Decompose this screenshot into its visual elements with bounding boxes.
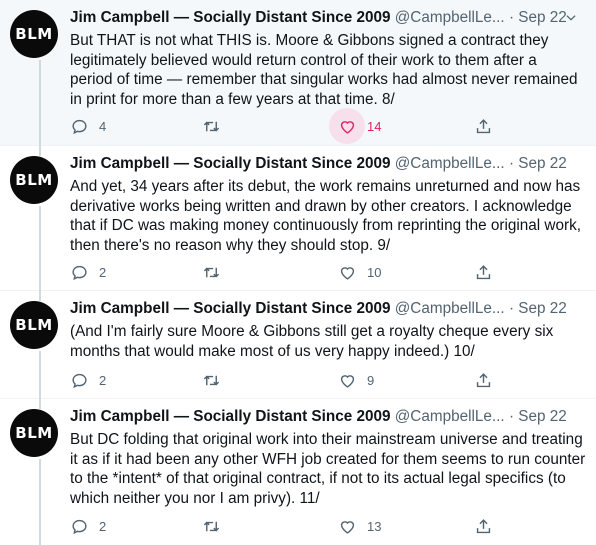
separator: · <box>508 9 515 26</box>
tweet-9[interactable]: BLM Jim Campbell — Socially Distant Sinc… <box>0 146 596 291</box>
tweet-text-line: And yet, 34 years after its debut, the w… <box>70 178 581 195</box>
retweet-button[interactable] <box>202 514 231 538</box>
tweet-text-line: in print for more than a few years at th… <box>70 90 395 108</box>
reply-icon <box>72 119 87 134</box>
tweet-text-line: then there's no reason why they should s… <box>70 236 391 254</box>
thread-connector <box>39 399 41 409</box>
retweet-icon <box>203 267 220 277</box>
tweet-text-line: period of time — remember that singular … <box>70 71 578 88</box>
chevron-down-icon[interactable] <box>564 11 578 25</box>
tweet-text-line: (And I'm fairly sure Moore & Gibbons sti… <box>70 323 554 340</box>
separator: · <box>508 300 515 317</box>
like-count: 13 <box>367 518 382 534</box>
retweet-icon <box>203 121 220 131</box>
retweet-button[interactable] <box>202 260 231 284</box>
like-button[interactable]: 9 <box>338 368 374 392</box>
reply-icon <box>72 373 87 388</box>
reply-count: 2 <box>99 372 107 388</box>
avatar[interactable]: BLM <box>10 156 58 204</box>
heart-icon <box>340 266 355 280</box>
tweet-text: And yet, 34 years after its debut, the w… <box>70 177 586 255</box>
timestamp[interactable]: Sep 22 <box>518 300 566 317</box>
tweet-8[interactable]: BLM Jim Campbell — Socially Distant Sinc… <box>0 0 596 146</box>
share-icon <box>476 264 491 279</box>
heart-icon <box>340 520 355 534</box>
tweet-text-line: that if DC was making money continuously… <box>70 217 581 234</box>
heart-icon <box>340 120 355 134</box>
like-button[interactable]: 10 <box>338 260 381 284</box>
separator: · <box>508 408 515 425</box>
retweet-icon <box>203 375 220 385</box>
tweet-text-line: But DC folding that original work into t… <box>70 431 583 448</box>
timestamp[interactable]: Sep 22 <box>518 408 566 425</box>
tweet-text-line: legitimately believed would return contr… <box>70 51 537 69</box>
heart-icon <box>340 374 355 388</box>
display-name[interactable]: Jim Campbell — Socially Distant Since 20… <box>70 9 391 26</box>
share-button[interactable] <box>474 514 493 538</box>
tweet-actions: 2 10 <box>70 260 500 284</box>
thread-connector <box>39 60 41 146</box>
tweet-11[interactable]: BLM Jim Campbell — Socially Distant Sinc… <box>0 399 596 545</box>
tweet-actions: 2 9 <box>70 368 500 392</box>
tweet-header: Jim Campbell — Socially Distant Since 20… <box>70 9 582 29</box>
share-button[interactable] <box>474 260 493 284</box>
tweet-header: Jim Campbell — Socially Distant Since 20… <box>70 300 582 320</box>
tweet-text-line: to the *intent* of that original contrac… <box>70 470 566 487</box>
reply-icon <box>72 265 87 280</box>
reply-count: 2 <box>99 518 107 534</box>
like-count: 14 <box>367 118 382 134</box>
share-icon <box>476 372 491 387</box>
tweet-text-line: it as if it had been any other WFH job c… <box>70 450 586 468</box>
avatar[interactable]: BLM <box>10 409 58 457</box>
reply-button[interactable]: 2 <box>70 260 106 284</box>
like-button[interactable]: 13 <box>338 514 381 538</box>
tweet-text-line: derivative works being written and drawn… <box>70 197 572 215</box>
avatar[interactable]: BLM <box>10 301 58 349</box>
display-name[interactable]: Jim Campbell — Socially Distant Since 20… <box>70 155 391 172</box>
retweet-button[interactable] <box>202 368 231 392</box>
thread-connector <box>39 459 41 545</box>
handle[interactable]: @CampbellLe... <box>395 408 505 425</box>
tweet-text-line: which neither you nor I am privy). 11/ <box>70 489 320 507</box>
tweet-header: Jim Campbell — Socially Distant Since 20… <box>70 408 582 428</box>
reply-count: 4 <box>99 118 107 134</box>
thread-connector <box>39 146 41 156</box>
handle[interactable]: @CampbellLe... <box>395 155 505 172</box>
like-count: 10 <box>367 264 382 280</box>
tweet-text: But THAT is not what THIS is. Moore & Gi… <box>70 31 586 109</box>
avatar[interactable]: BLM <box>10 10 58 58</box>
tweet-text-line: months that would make most of us very h… <box>70 342 475 360</box>
share-button[interactable] <box>474 368 493 392</box>
share-icon <box>476 118 491 133</box>
reply-icon <box>72 519 87 534</box>
like-count: 9 <box>367 372 375 388</box>
reply-button[interactable]: 4 <box>70 114 106 138</box>
reply-button[interactable]: 2 <box>70 368 106 392</box>
tweet-text: But DC folding that original work into t… <box>70 430 586 508</box>
timestamp[interactable]: Sep 22 <box>518 9 566 26</box>
reply-count: 2 <box>99 264 107 280</box>
thread-connector <box>39 291 41 301</box>
thread-connector <box>39 206 41 291</box>
tweet-actions: 4 14 <box>70 108 500 144</box>
display-name[interactable]: Jim Campbell — Socially Distant Since 20… <box>70 300 391 317</box>
separator: · <box>508 155 515 172</box>
like-button[interactable]: 14 <box>329 108 382 144</box>
tweet-header: Jim Campbell — Socially Distant Since 20… <box>70 155 582 175</box>
share-button[interactable] <box>474 114 493 138</box>
timestamp[interactable]: Sep 22 <box>518 155 566 172</box>
tweet-text-line: But THAT is not what THIS is. Moore & Gi… <box>70 32 549 49</box>
retweet-button[interactable] <box>202 114 231 138</box>
tweet-actions: 2 13 <box>70 514 500 538</box>
handle[interactable]: @CampbellLe... <box>395 300 505 317</box>
tweet-text: (And I'm fairly sure Moore & Gibbons sti… <box>70 322 586 361</box>
thread-connector <box>39 351 41 399</box>
retweet-icon <box>203 521 220 531</box>
reply-button[interactable]: 2 <box>70 514 106 538</box>
share-icon <box>476 518 491 533</box>
handle[interactable]: @CampbellLe... <box>395 9 505 26</box>
display-name[interactable]: Jim Campbell — Socially Distant Since 20… <box>70 408 391 425</box>
tweet-10[interactable]: BLM Jim Campbell — Socially Distant Sinc… <box>0 291 596 399</box>
